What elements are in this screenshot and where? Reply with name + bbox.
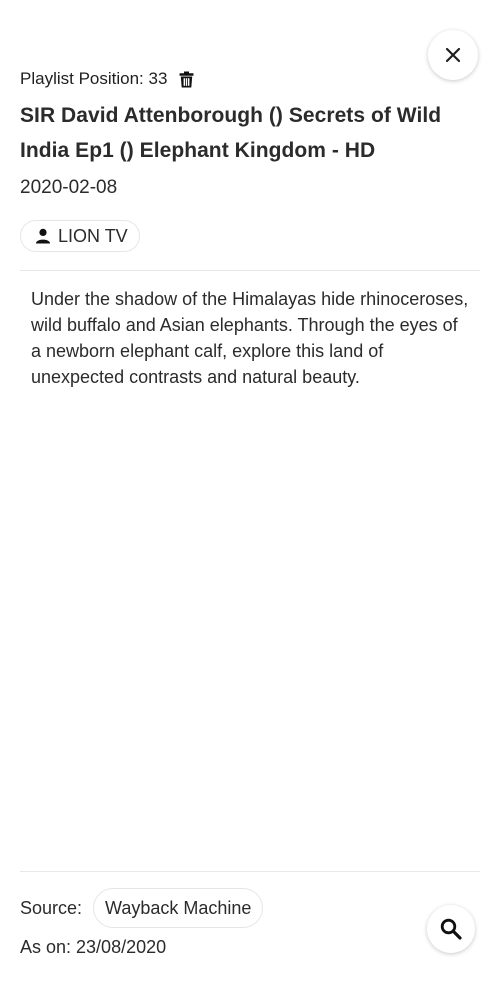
divider-bottom [20, 871, 480, 872]
source-value: Wayback Machine [105, 897, 252, 918]
channel-name: LION TV [58, 225, 128, 246]
source-label: Source: [20, 897, 83, 918]
channel-chip[interactable]: LION TV [20, 220, 140, 252]
person-icon [35, 228, 51, 244]
playlist-position-label: Playlist Position: 33 [20, 69, 168, 88]
close-button[interactable] [428, 30, 478, 80]
playlist-position-row: Playlist Position: 33 [20, 68, 194, 90]
video-date: 2020-02-08 [20, 177, 118, 198]
as-on-date: As on: 23/08/2020 [20, 937, 167, 957]
video-description: Under the shadow of the Himalayas hide r… [31, 289, 469, 387]
video-title: SIR David Attenborough () Secrets of Wil… [20, 104, 442, 162]
search-button[interactable] [427, 905, 475, 953]
divider-top [20, 270, 480, 271]
source-chip[interactable]: Wayback Machine [93, 888, 264, 928]
trash-icon[interactable] [179, 71, 194, 88]
close-icon [445, 47, 461, 63]
source-row: Source: Wayback Machine [20, 888, 264, 928]
search-icon [440, 918, 462, 940]
